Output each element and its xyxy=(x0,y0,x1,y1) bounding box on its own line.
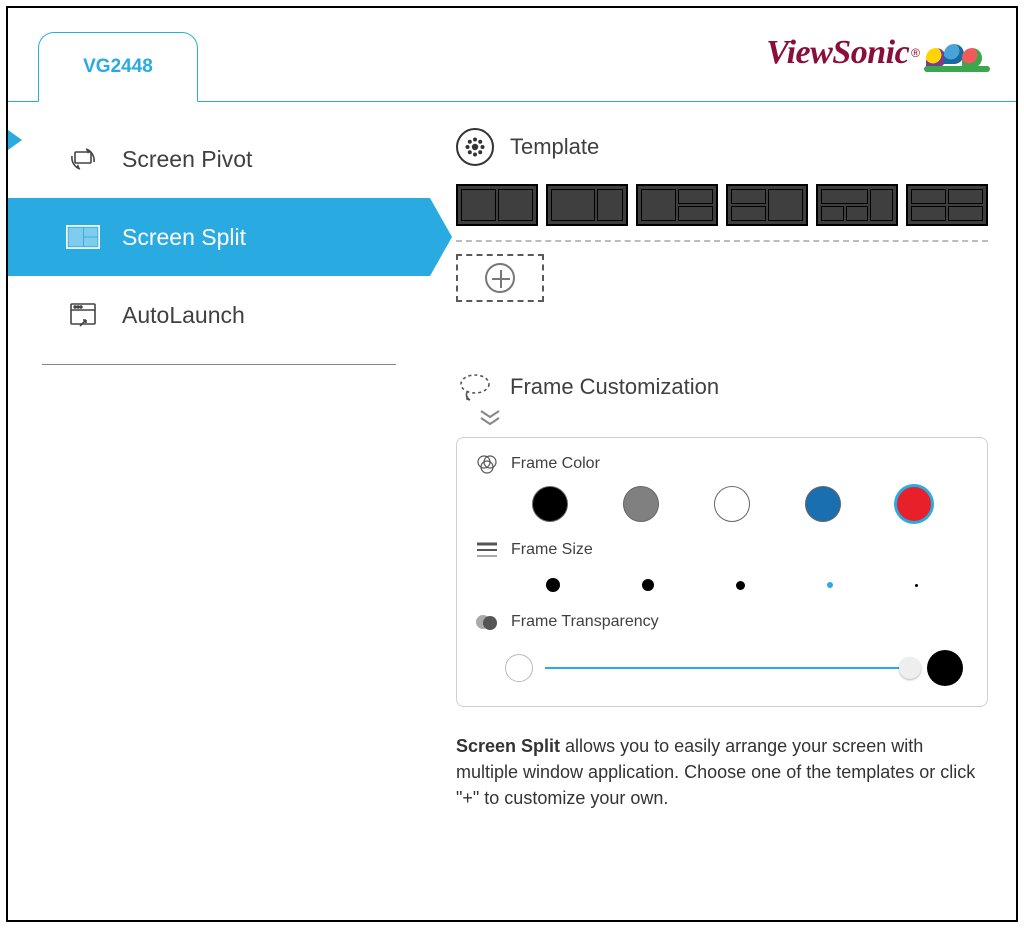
template-divider xyxy=(456,240,988,242)
template-icon xyxy=(456,128,494,166)
color-swatch-white[interactable] xyxy=(714,486,750,522)
frame-transparency-header: Frame Transparency xyxy=(475,610,969,634)
transparency-slider-row xyxy=(475,644,969,686)
frame-color-options xyxy=(475,486,969,538)
template-4-grid[interactable] xyxy=(906,184,988,226)
screen-pivot-icon xyxy=(66,142,100,176)
frame-size-label: Frame Size xyxy=(511,541,593,559)
frame-color-label: Frame Color xyxy=(511,455,600,473)
frame-section-header: Frame Customization xyxy=(456,372,988,402)
sidebar-item-screen-pivot[interactable]: Screen Pivot xyxy=(8,120,430,198)
header: VG2448 ViewSonic ® xyxy=(8,8,1016,102)
frame-color-header: Frame Color xyxy=(475,452,969,476)
size-option-3[interactable] xyxy=(736,581,745,590)
frame-customization-panel: Frame Color xyxy=(456,437,988,707)
brand-birds-icon xyxy=(926,36,988,70)
template-section-title: Template xyxy=(510,134,599,160)
template-3-mixed[interactable] xyxy=(816,184,898,226)
color-swatch-gray[interactable] xyxy=(623,486,659,522)
template-2-left-1-right[interactable] xyxy=(726,184,808,226)
template-2-col[interactable] xyxy=(456,184,538,226)
transparency-slider[interactable] xyxy=(545,667,915,669)
device-tab-label: VG2448 xyxy=(83,56,153,78)
template-wide-narrow[interactable] xyxy=(546,184,628,226)
sidebar-item-screen-split[interactable]: Screen Split xyxy=(8,198,430,276)
color-swatch-blue[interactable] xyxy=(805,486,841,522)
color-swatch-black[interactable] xyxy=(532,486,568,522)
brand-name: ViewSonic xyxy=(766,34,909,72)
template-list xyxy=(456,184,988,226)
size-option-1[interactable] xyxy=(546,578,560,592)
sidebar-divider xyxy=(42,364,396,365)
description-lead: Screen Split xyxy=(456,736,560,756)
app-window: VG2448 ViewSonic ® xyxy=(6,6,1018,922)
autolaunch-icon xyxy=(66,298,100,332)
brand-logo: ViewSonic ® xyxy=(766,34,988,72)
frame-size-header: Frame Size xyxy=(475,538,969,562)
transparency-max-icon xyxy=(927,650,963,686)
transparency-icon xyxy=(475,610,499,634)
body: Screen Pivot Screen Split xyxy=(8,102,1016,811)
size-option-5[interactable] xyxy=(915,584,918,587)
template-section-header: Template xyxy=(456,128,988,166)
lasso-icon xyxy=(456,372,494,402)
lines-icon xyxy=(475,538,499,562)
color-icon xyxy=(475,452,499,476)
plus-icon xyxy=(485,263,515,293)
add-template-button[interactable] xyxy=(456,254,544,302)
sidebar-item-label: Screen Pivot xyxy=(122,146,252,173)
template-1-left-2-right[interactable] xyxy=(636,184,718,226)
screen-split-icon xyxy=(66,220,100,254)
transparency-slider-thumb[interactable] xyxy=(899,657,921,679)
frame-size-options xyxy=(475,572,969,610)
sidebar-item-label: Screen Split xyxy=(122,224,246,251)
content: Template xyxy=(430,102,1016,811)
chevron-down-icon xyxy=(478,408,988,433)
device-tab[interactable]: VG2448 xyxy=(38,32,198,102)
frame-section-title: Frame Customization xyxy=(510,374,719,400)
description-text: Screen Split allows you to easily arrang… xyxy=(456,733,976,811)
sidebar-item-autolaunch[interactable]: AutoLaunch xyxy=(8,276,430,354)
transparency-min-icon xyxy=(505,654,533,682)
sidebar: Screen Pivot Screen Split xyxy=(8,102,430,811)
brand-registered: ® xyxy=(911,46,920,60)
color-swatch-red[interactable] xyxy=(896,486,932,522)
size-option-4[interactable] xyxy=(827,582,833,588)
frame-transparency-label: Frame Transparency xyxy=(511,613,659,631)
size-option-2[interactable] xyxy=(642,579,654,591)
sidebar-indicator-icon xyxy=(8,130,22,150)
sidebar-item-label: AutoLaunch xyxy=(122,302,245,329)
